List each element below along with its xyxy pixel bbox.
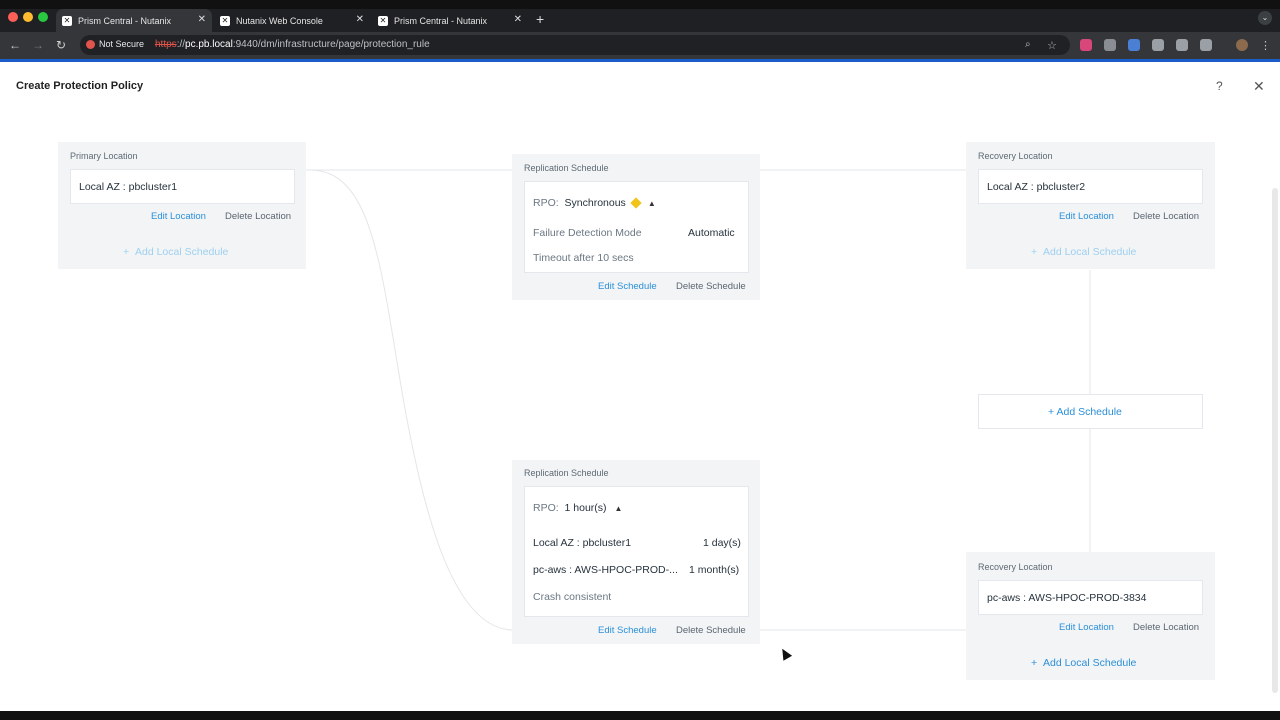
retention-row-name: Local AZ : pbcluster1 (533, 537, 632, 549)
recovery-location-value: Local AZ : pbcluster2 (987, 181, 1086, 193)
edit-location-link[interactable]: Edit Location (1059, 211, 1114, 222)
timeout-text: Timeout after 10 secs (533, 252, 634, 264)
warning-diamond-icon (630, 197, 642, 209)
rpo-row[interactable]: RPO: Synchronous ▲ (533, 197, 656, 209)
add-local-schedule-button[interactable]: + Add Local Schedule (1031, 657, 1136, 669)
chevron-up-icon[interactable]: ▲ (615, 504, 623, 513)
retention-row-value: 1 month(s) (689, 564, 740, 576)
window-bottom-edge (0, 711, 1280, 720)
replication-schedule-label: Replication Schedule (524, 163, 609, 173)
delete-location-link[interactable]: Delete Location (1133, 211, 1199, 222)
add-local-schedule-button[interactable]: + Add Local Schedule (123, 246, 228, 258)
delete-schedule-link[interactable]: Delete Schedule (676, 281, 746, 292)
rpo-value: 1 hour(s) (564, 502, 607, 514)
rpo-value: Synchronous (564, 197, 626, 209)
delete-location-link[interactable]: Delete Location (225, 211, 291, 222)
recovery-location-label: Recovery Location (978, 562, 1053, 572)
consistency-text: Crash consistent (533, 591, 612, 603)
add-local-schedule-button[interactable]: + Add Local Schedule (1031, 246, 1136, 258)
add-local-schedule-label: Add Local Schedule (1042, 246, 1137, 258)
primary-location-value: Local AZ : pbcluster1 (79, 181, 178, 193)
add-local-schedule-label: Add Local Schedule (1042, 657, 1137, 669)
failure-detection-value: Automatic (688, 227, 735, 239)
vertical-scrollbar[interactable] (1272, 188, 1278, 693)
plus-icon: + (1048, 406, 1055, 418)
recovery-location-label: Recovery Location (978, 151, 1053, 161)
rpo-label: RPO: (533, 502, 559, 514)
edit-schedule-link[interactable]: Edit Schedule (598, 625, 657, 636)
add-local-schedule-label: Add Local Schedule (134, 246, 229, 258)
edit-location-link[interactable]: Edit Location (151, 211, 206, 222)
plus-icon: + (1031, 246, 1038, 258)
plus-icon: + (1031, 657, 1038, 669)
retention-row-name: pc-aws : AWS-HPOC-PROD-... (533, 564, 678, 576)
rpo-row[interactable]: RPO: 1 hour(s) ▲ (533, 502, 622, 514)
recovery-location-value: pc-aws : AWS-HPOC-PROD-3834 (987, 592, 1147, 604)
delete-location-link[interactable]: Delete Location (1133, 622, 1199, 633)
failure-detection-label: Failure Detection Mode (533, 227, 642, 239)
chevron-up-icon[interactable]: ▲ (648, 199, 656, 208)
replication-schedule-label: Replication Schedule (524, 468, 609, 478)
add-schedule-label: Add Schedule (1056, 406, 1122, 418)
plus-icon: + (123, 246, 130, 258)
rpo-label: RPO: (533, 197, 559, 209)
edit-location-link[interactable]: Edit Location (1059, 622, 1114, 633)
delete-schedule-link[interactable]: Delete Schedule (676, 625, 746, 636)
add-schedule-label-row[interactable]: + Add Schedule (1048, 406, 1122, 418)
edit-schedule-link[interactable]: Edit Schedule (598, 281, 657, 292)
primary-location-label: Primary Location (70, 151, 138, 161)
retention-row-value: 1 day(s) (703, 537, 741, 549)
